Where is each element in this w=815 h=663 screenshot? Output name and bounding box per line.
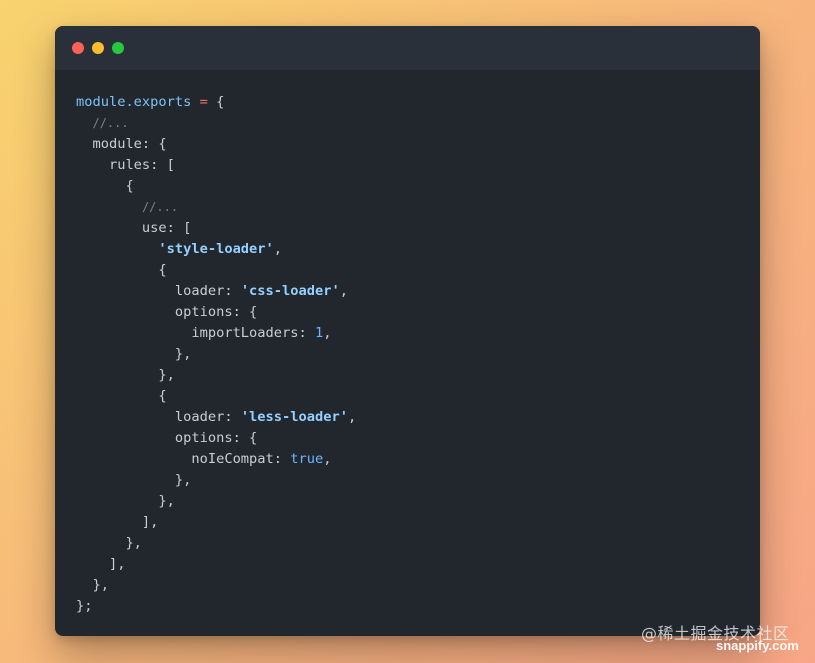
code-token-str: 'less-loader' bbox=[240, 409, 348, 425]
code-token-plain: , bbox=[323, 451, 332, 467]
code-token-plain: ], bbox=[76, 556, 126, 572]
code-line: }, bbox=[76, 365, 356, 386]
code-token-plain: module: { bbox=[76, 136, 167, 152]
code-line: 'style-loader', bbox=[76, 239, 356, 260]
code-line: }, bbox=[76, 533, 356, 554]
close-window-icon[interactable] bbox=[72, 42, 84, 54]
code-token-comment: //... bbox=[141, 200, 179, 214]
code-line: { bbox=[76, 260, 356, 281]
code-token-str: 'css-loader' bbox=[240, 283, 340, 299]
code-token-op: = bbox=[199, 94, 208, 110]
code-token-plain: }, bbox=[76, 367, 175, 383]
code-token-plain: }, bbox=[76, 472, 192, 488]
code-token-plain: loader: bbox=[76, 409, 241, 425]
code-token-plain: , bbox=[347, 409, 357, 425]
code-line: //... bbox=[76, 197, 356, 218]
snappify-watermark: snappify.com bbox=[716, 638, 799, 653]
code-token-plain: rules: [ bbox=[76, 157, 175, 173]
code-line: ], bbox=[76, 512, 356, 533]
code-block: module.exports = { //... module: { rules… bbox=[76, 92, 356, 617]
code-token-plain: { bbox=[76, 178, 134, 194]
code-line: options: { bbox=[76, 428, 356, 449]
code-line: loader: 'less-loader', bbox=[76, 407, 356, 428]
code-line: }; bbox=[76, 596, 356, 617]
code-line: }, bbox=[76, 344, 356, 365]
code-token-str: 'style-loader' bbox=[158, 241, 274, 257]
code-token-plain: use: [ bbox=[76, 220, 192, 236]
code-line: use: [ bbox=[76, 218, 356, 239]
code-token-plain: { bbox=[76, 388, 167, 404]
code-window: module.exports = { //... module: { rules… bbox=[55, 26, 760, 636]
code-line: }, bbox=[76, 470, 356, 491]
code-token-plain: { bbox=[207, 94, 225, 110]
code-token-plain: ], bbox=[76, 514, 159, 530]
minimize-window-icon[interactable] bbox=[92, 42, 104, 54]
code-line: loader: 'css-loader', bbox=[76, 281, 356, 302]
code-token-num: true bbox=[290, 451, 324, 467]
code-token-plain: }, bbox=[76, 577, 109, 593]
code-token-plain: , bbox=[323, 325, 332, 341]
code-line: }, bbox=[76, 491, 356, 512]
code-line: { bbox=[76, 386, 356, 407]
code-line: options: { bbox=[76, 302, 356, 323]
code-token-num: 1 bbox=[314, 325, 324, 341]
code-token-plain: }; bbox=[76, 598, 93, 614]
code-token-plain: }, bbox=[76, 535, 142, 551]
code-line: rules: [ bbox=[76, 155, 356, 176]
code-line: { bbox=[76, 176, 356, 197]
code-line: importLoaders: 1, bbox=[76, 323, 356, 344]
code-token-plain: loader: bbox=[76, 283, 241, 299]
code-token-plain: , bbox=[339, 283, 348, 299]
code-token-plain: options: { bbox=[76, 304, 258, 320]
code-token-plain: noIeCompat: bbox=[76, 451, 291, 467]
code-token-plain: { bbox=[76, 262, 167, 278]
code-token-blue: module.exports bbox=[76, 94, 192, 110]
code-token-plain: , bbox=[273, 241, 283, 257]
code-line: module.exports = { bbox=[76, 92, 356, 113]
code-token-plain: importLoaders: bbox=[76, 325, 315, 341]
code-line: ], bbox=[76, 554, 356, 575]
code-line: }, bbox=[76, 575, 356, 596]
code-line: noIeCompat: true, bbox=[76, 449, 356, 470]
code-line: //... bbox=[76, 113, 356, 134]
code-line: module: { bbox=[76, 134, 356, 155]
code-token-plain: }, bbox=[76, 493, 175, 509]
code-token-comment: //... bbox=[92, 116, 129, 130]
window-titlebar bbox=[55, 26, 760, 70]
zoom-window-icon[interactable] bbox=[112, 42, 124, 54]
code-token-plain: }, bbox=[76, 346, 192, 362]
code-token-plain: options: { bbox=[76, 430, 258, 446]
